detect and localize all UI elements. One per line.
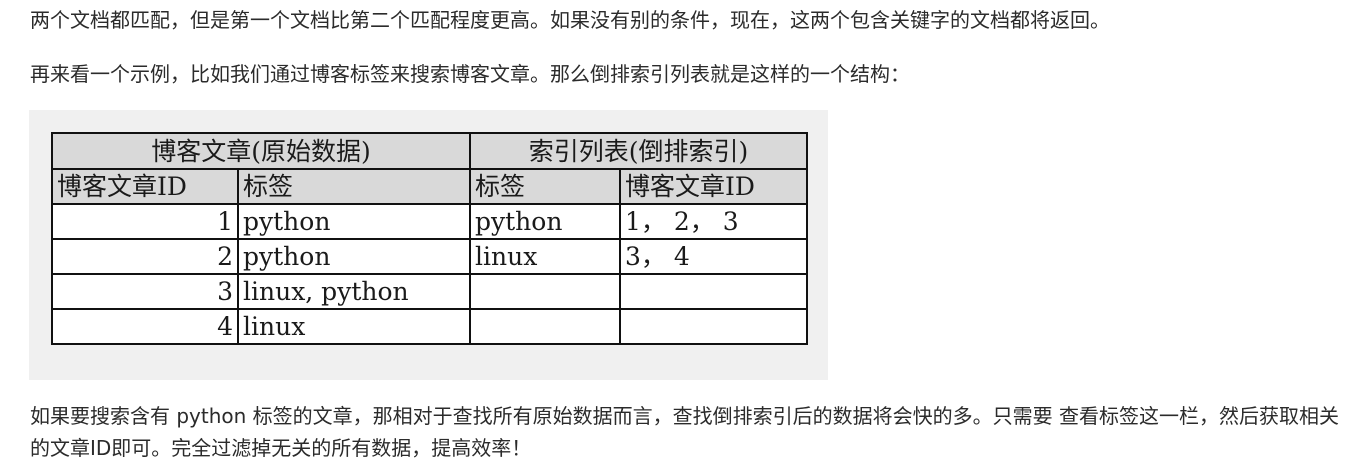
cell-index-tag: linux xyxy=(469,238,621,275)
column-header-index-post-ids: 博客文章ID xyxy=(619,168,808,205)
paragraph-conclusion: 如果要搜索含有 python 标签的文章，那相对于查找所有原始数据而言，查找倒排… xyxy=(30,404,1340,460)
cell-tags: python xyxy=(237,238,471,275)
table-row: 2 python linux 3， 4 xyxy=(51,238,808,275)
cell-tags: python xyxy=(237,203,471,240)
cell-index-tag: python xyxy=(469,203,621,240)
inverted-index-table: 博客文章(原始数据) 索引列表(倒排索引) 博客文章ID 标签 标签 博客文章I… xyxy=(51,132,808,345)
table-column-header-row: 博客文章ID 标签 标签 博客文章ID xyxy=(51,168,808,205)
table-row: 4 linux xyxy=(51,308,808,345)
table-row: 1 python python 1， 2， 3 xyxy=(51,203,808,240)
cell-tags: linux, python xyxy=(237,273,471,310)
cell-post-id: 1 xyxy=(51,203,239,240)
cell-post-id: 4 xyxy=(51,308,239,345)
cell-index-tag xyxy=(469,308,621,345)
group-header-original-data: 博客文章(原始数据) xyxy=(51,132,471,170)
paragraph-example: 再来看一个示例，比如我们通过博客标签来搜索博客文章。那么倒排索引列表就是这样的一… xyxy=(30,62,910,86)
cell-index-post-ids: 1， 2， 3 xyxy=(619,203,808,240)
paragraph-intro: 两个文档都匹配，但是第一个文档比第二个匹配程度更高。如果没有别的条件，现在，这两… xyxy=(30,8,1110,32)
column-header-index-tag: 标签 xyxy=(469,168,621,205)
cell-post-id: 3 xyxy=(51,273,239,310)
column-header-post-id: 博客文章ID xyxy=(51,168,239,205)
cell-index-post-ids xyxy=(619,273,808,310)
cell-index-tag xyxy=(469,273,621,310)
table-row: 3 linux, python xyxy=(51,273,808,310)
column-header-tags: 标签 xyxy=(237,168,471,205)
inverted-index-figure: 博客文章(原始数据) 索引列表(倒排索引) 博客文章ID 标签 标签 博客文章I… xyxy=(29,110,828,380)
cell-tags: linux xyxy=(237,308,471,345)
cell-index-post-ids: 3， 4 xyxy=(619,238,808,275)
group-header-inverted-index: 索引列表(倒排索引) xyxy=(469,132,808,170)
table-group-header-row: 博客文章(原始数据) 索引列表(倒排索引) xyxy=(51,132,808,170)
cell-post-id: 2 xyxy=(51,238,239,275)
cell-index-post-ids xyxy=(619,308,808,345)
